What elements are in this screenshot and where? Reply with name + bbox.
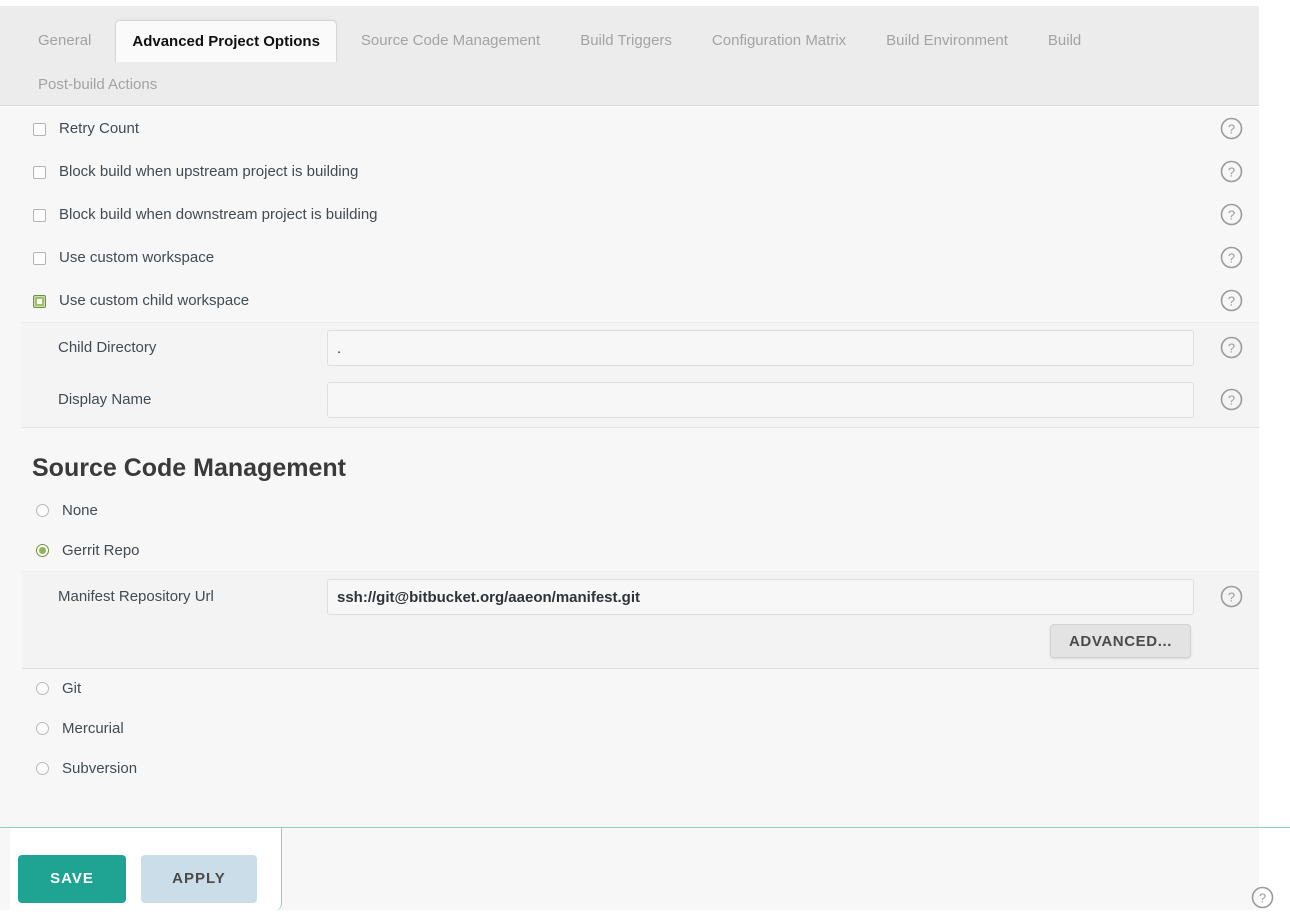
gerrit-advanced-button[interactable]: ADVANCED...	[1050, 624, 1191, 658]
radio-row: None	[22, 491, 1259, 531]
tab-post-build-actions[interactable]: Post-build Actions	[22, 64, 173, 106]
svg-text:?: ?	[1228, 251, 1235, 266]
form-footer-bar: SAVE APPLY ?	[0, 827, 1290, 911]
radio-row: Subversion	[22, 749, 1259, 789]
input-child-directory[interactable]	[327, 330, 1194, 366]
help-circle-icon[interactable]: ?	[1219, 288, 1244, 313]
help-circle-icon[interactable]: ?	[1219, 245, 1244, 270]
checkbox-label: Block build when downstream project is b…	[59, 206, 378, 223]
tab-build-triggers[interactable]: Build Triggers	[564, 20, 688, 62]
tab-configuration-matrix[interactable]: Configuration Matrix	[696, 20, 862, 62]
config-form-content: Retry Count? Block build when upstream pr…	[22, 107, 1259, 827]
scm-radio-group-bottom: Git Mercurial Subversion	[22, 669, 1259, 789]
tab-advanced-project-options[interactable]: Advanced Project Options	[115, 20, 337, 62]
checkbox-row: Use custom child workspace?	[22, 279, 1259, 322]
svg-text:?: ?	[1228, 294, 1235, 309]
advanced-options-checkbox-list: Retry Count? Block build when upstream pr…	[22, 107, 1259, 322]
tab-build[interactable]: Build	[1032, 20, 1097, 62]
tab-build-environment[interactable]: Build Environment	[870, 20, 1024, 62]
tabbar-row-primary: General Advanced Project Options Source Co…	[0, 6, 1259, 62]
footer-button-panel: SAVE APPLY	[10, 828, 282, 911]
field-row: Display Name?	[22, 375, 1259, 427]
help-circle-icon[interactable]: ?	[1219, 202, 1244, 227]
checkbox-label: Block build when upstream project is bui…	[59, 163, 359, 180]
radio-label: None	[62, 502, 98, 519]
manifest-url-label: Manifest Repository Url	[58, 588, 214, 605]
svg-text:?: ?	[1228, 122, 1235, 137]
scm-radio-group-top: None Gerrit Repo	[22, 491, 1259, 571]
svg-text:?: ?	[1228, 590, 1235, 605]
help-circle-icon[interactable]: ?	[1219, 387, 1244, 412]
checkbox-row: Block build when downstream project is b…	[22, 193, 1259, 236]
help-circle-icon[interactable]: ?	[1219, 116, 1244, 141]
svg-text:?: ?	[1228, 208, 1235, 223]
field-label: Child Directory	[58, 339, 157, 356]
checkbox-block-build-when-downstream-project-is-building[interactable]	[33, 209, 46, 222]
radio-label: Subversion	[62, 760, 138, 777]
scm-section-title: Source Code Management	[32, 454, 346, 482]
gerrit-repo-panel: Manifest Repository Url ? ADVANCED...	[22, 571, 1259, 669]
apply-button[interactable]: APPLY	[141, 855, 257, 903]
radio-label: Git	[62, 680, 82, 697]
radio-mercurial[interactable]	[36, 722, 49, 735]
checkbox-retry-count[interactable]	[33, 123, 46, 136]
manifest-url-row: Manifest Repository Url ?	[22, 572, 1259, 624]
checkbox-use-custom-workspace[interactable]	[33, 252, 46, 265]
help-circle-icon[interactable]: ?	[1219, 584, 1244, 609]
field-label: Display Name	[58, 391, 152, 408]
radio-row: Git	[22, 669, 1259, 709]
svg-text:?: ?	[1228, 341, 1235, 356]
tab-general[interactable]: General	[22, 20, 107, 62]
radio-none[interactable]	[36, 504, 49, 517]
field-row: Child Directory?	[22, 323, 1259, 375]
radio-label: Mercurial	[62, 720, 124, 737]
radio-subversion[interactable]	[36, 762, 49, 775]
checkbox-block-build-when-upstream-project-is-building[interactable]	[33, 166, 46, 179]
svg-text:?: ?	[1228, 393, 1235, 408]
project-config-tabbar: General Advanced Project Options Source Co…	[0, 6, 1259, 106]
radio-row: Mercurial	[22, 709, 1259, 749]
tab-source-code-management[interactable]: Source Code Management	[345, 20, 556, 62]
child-workspace-fieldset: Child Directory?Display Name?	[22, 322, 1259, 427]
checkbox-label: Use custom workspace	[59, 249, 215, 266]
checkbox-row: Block build when upstream project is bui…	[22, 150, 1259, 193]
radio-git[interactable]	[36, 682, 49, 695]
input-display-name[interactable]	[327, 382, 1194, 418]
svg-text:?: ?	[1228, 165, 1235, 180]
radio-gerrit-repo[interactable]	[36, 544, 49, 557]
checkbox-row: Retry Count?	[22, 107, 1259, 150]
checkbox-label: Retry Count	[59, 120, 140, 137]
help-circle-icon[interactable]: ?	[1250, 885, 1275, 910]
checkbox-use-custom-child-workspace[interactable]	[33, 295, 46, 308]
svg-text:?: ?	[1259, 891, 1266, 906]
help-circle-icon[interactable]: ?	[1219, 335, 1244, 360]
radio-label: Gerrit Repo	[62, 542, 140, 559]
manifest-url-input[interactable]	[327, 579, 1194, 615]
checkbox-row: Use custom workspace?	[22, 236, 1259, 279]
radio-row: Gerrit Repo	[22, 531, 1259, 571]
save-button[interactable]: SAVE	[18, 855, 126, 903]
help-circle-icon[interactable]: ?	[1219, 159, 1244, 184]
checkbox-label: Use custom child workspace	[59, 292, 250, 309]
config-form-panel: Retry Count? Block build when upstream pr…	[0, 107, 1259, 827]
